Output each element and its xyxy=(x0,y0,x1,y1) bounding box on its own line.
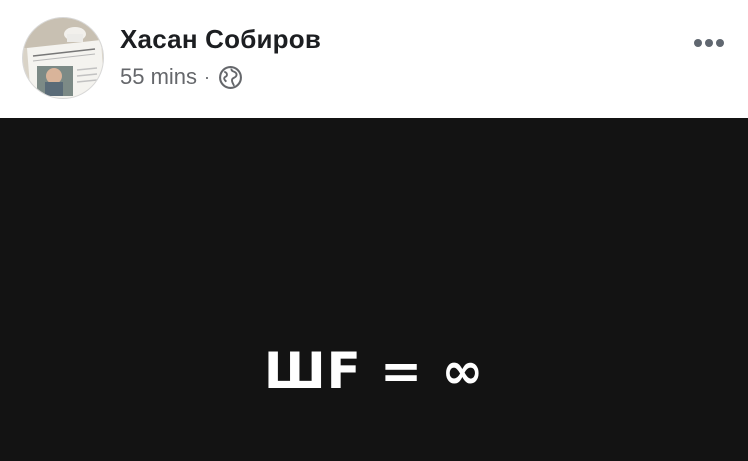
post-media[interactable]: ШF = ∞ xyxy=(0,118,748,461)
post-meta: 55 mins · xyxy=(120,62,243,92)
post-header: Хасан Собиров 55 mins · xyxy=(0,0,748,118)
author-name[interactable]: Хасан Собиров xyxy=(120,24,321,55)
media-text: ШF = ∞ xyxy=(263,342,485,400)
more-options-button[interactable] xyxy=(684,28,734,58)
globe-icon[interactable] xyxy=(218,65,243,90)
profile-photo xyxy=(23,18,103,98)
more-dots-icon xyxy=(716,39,724,47)
avatar[interactable] xyxy=(22,17,104,99)
more-dots-icon xyxy=(694,39,702,47)
more-dots-icon xyxy=(705,39,713,47)
meta-separator: · xyxy=(204,67,211,87)
post-timestamp[interactable]: 55 mins xyxy=(120,64,197,90)
post-card: Хасан Собиров 55 mins · ШF = ∞ xyxy=(0,0,748,461)
